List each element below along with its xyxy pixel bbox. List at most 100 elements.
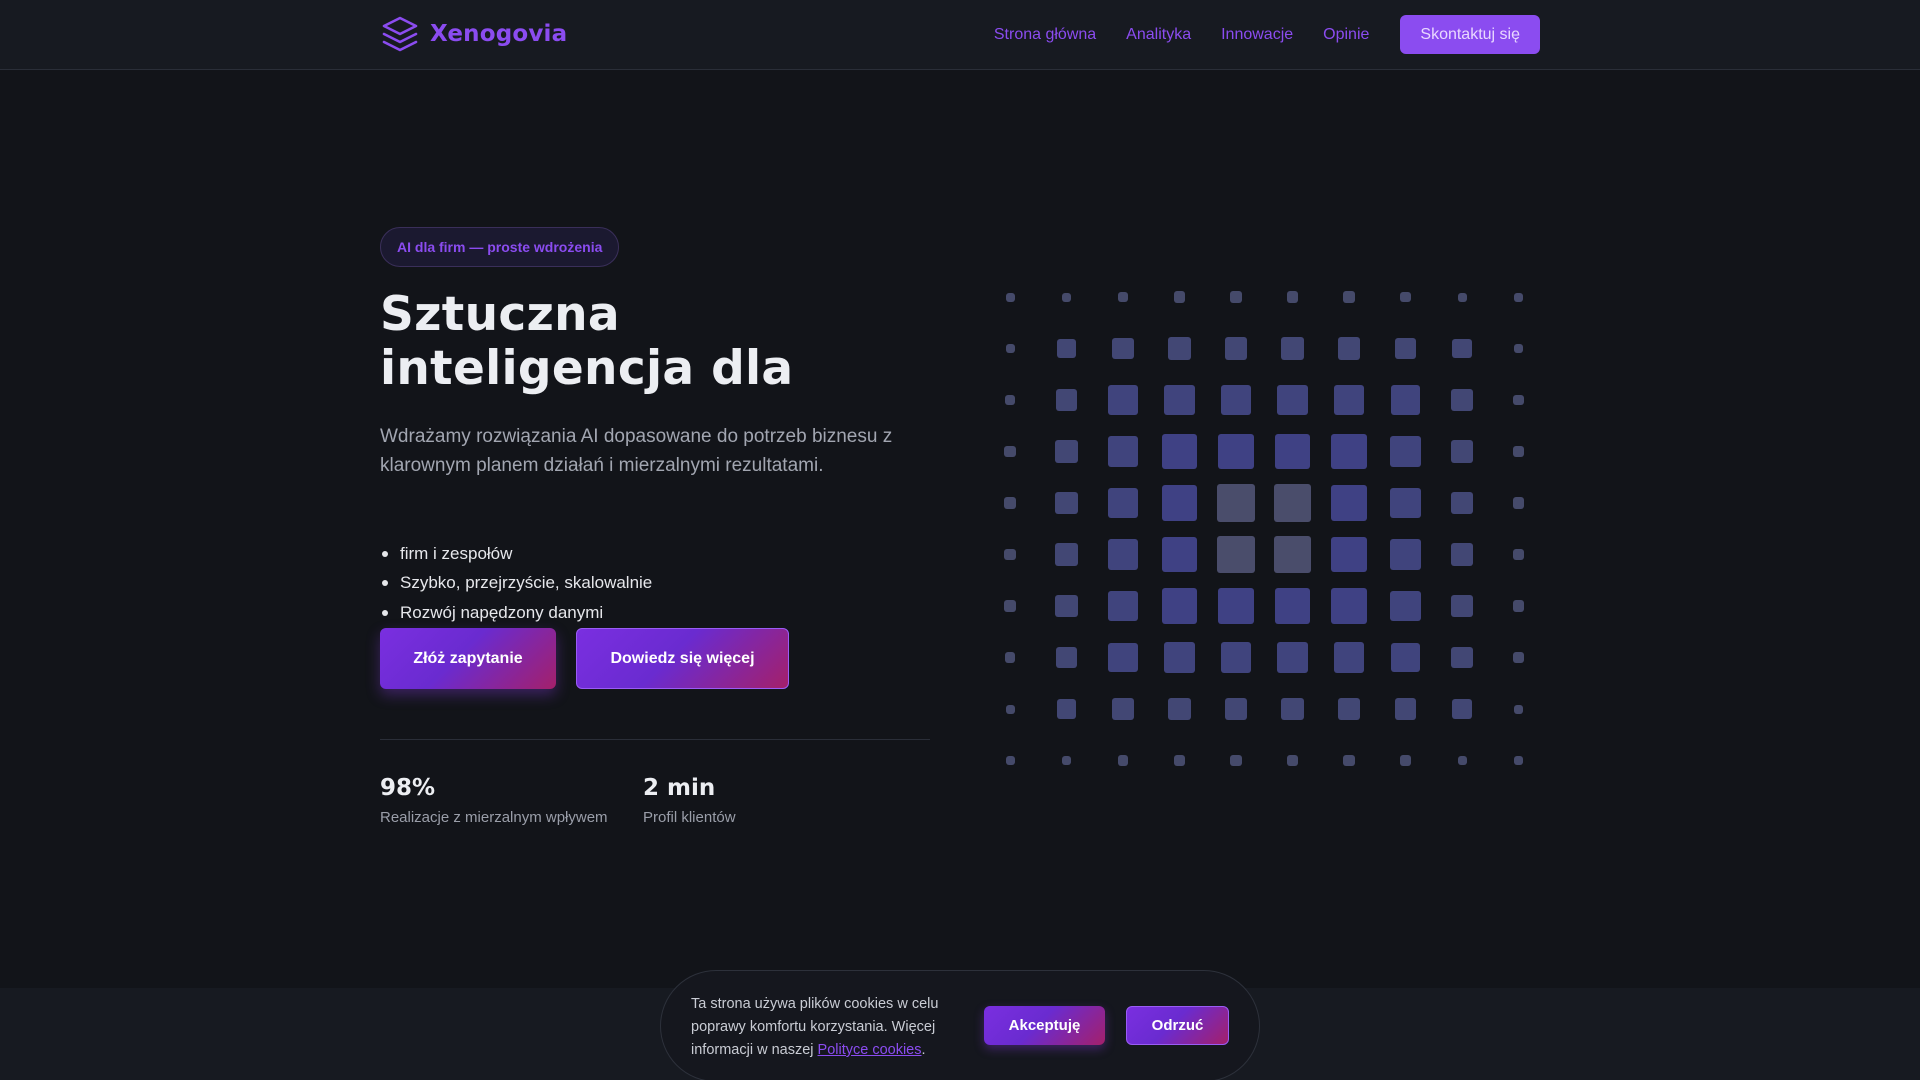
cookie-policy-link[interactable]: Polityce cookies <box>818 1042 922 1058</box>
grid-cell <box>1331 485 1367 521</box>
submit-inquiry-button[interactable]: Złóż zapytanie <box>380 628 556 689</box>
grid-cell <box>1450 440 1474 463</box>
grid-cell <box>1055 543 1078 566</box>
grid-cell <box>1286 291 1299 303</box>
nav-link-analytics[interactable]: Analityka <box>1126 26 1191 44</box>
grid-cell <box>1055 389 1078 411</box>
stats-divider <box>380 739 930 740</box>
feature-list: firm i zespołów Szybko, przejrzyście, sk… <box>380 539 940 628</box>
grid-cell <box>1452 338 1472 359</box>
grid-cell <box>1230 291 1242 303</box>
stat-value: 2 min <box>643 775 716 801</box>
grid-cell <box>1450 594 1474 618</box>
grid-cell <box>1107 590 1139 622</box>
nav-link-home[interactable]: Strona główna <box>994 26 1096 44</box>
grid-cell <box>1273 535 1312 574</box>
grid-cell <box>1331 536 1367 573</box>
grid-cell <box>1004 445 1016 458</box>
grid-cell <box>1056 699 1077 719</box>
cookie-reject-button[interactable]: Odrzuć <box>1126 1006 1229 1045</box>
feature-item: firm i zespołów <box>380 539 940 569</box>
grid-cell <box>1164 642 1195 673</box>
nav-link-reviews[interactable]: Opinie <box>1323 26 1369 44</box>
grid-cell <box>1161 588 1198 624</box>
grid-cell <box>1004 548 1016 561</box>
grid-cell <box>1451 389 1473 411</box>
grid-cell <box>1055 594 1078 618</box>
hero-badge: AI dla firm — proste wdrożenia <box>380 227 620 267</box>
stat-item: 2 min Profil klientów <box>643 772 736 826</box>
feature-item: Rozwój napędzony danymi <box>380 598 940 628</box>
grid-cell <box>1161 536 1198 573</box>
stat-value: 98% <box>380 775 436 801</box>
grid-cell <box>1513 652 1524 663</box>
grid-cell <box>1005 756 1015 765</box>
grid-cell <box>1161 485 1198 521</box>
grid-cell <box>1004 497 1016 509</box>
contact-button[interactable]: Skontaktuj się <box>1400 15 1540 54</box>
grid-cell <box>1394 337 1417 360</box>
grid-cell <box>1331 588 1367 624</box>
brand-logo[interactable]: Xenogovia <box>380 14 567 54</box>
grid-cell <box>1062 756 1071 765</box>
grid-cell <box>1220 384 1252 416</box>
grid-cell <box>1390 539 1421 570</box>
grid-cell <box>1277 384 1308 416</box>
stat-label: Realizacje z mierzalnym wpływem <box>380 809 608 826</box>
grid-cell <box>1394 698 1417 720</box>
grid-cell <box>1281 697 1304 721</box>
grid-cell <box>1117 291 1129 303</box>
grid-cell <box>1390 642 1421 673</box>
grid-cell <box>1452 699 1472 719</box>
grid-cell <box>1450 491 1474 515</box>
hero-title: Sztuczna inteligencja dla <box>380 287 794 396</box>
grid-cell <box>1286 754 1299 767</box>
grid-cell <box>1274 433 1311 470</box>
grid-cell <box>1512 497 1525 509</box>
grid-cell <box>1333 384 1365 416</box>
grid-cell <box>1457 756 1467 765</box>
grid-cell <box>1514 292 1523 302</box>
grid-cell <box>1004 394 1016 406</box>
animated-grid-visual <box>990 270 1550 790</box>
grid-cell <box>1108 642 1138 673</box>
grid-cell <box>1217 484 1255 522</box>
grid-cell <box>1173 754 1186 767</box>
grid-cell <box>1513 394 1524 406</box>
grid-cell <box>1173 291 1186 303</box>
grid-cell <box>1274 588 1311 624</box>
cookie-banner: Ta strona używa plików cookies w celu po… <box>660 970 1260 1080</box>
grid-cell <box>1331 433 1367 470</box>
grid-cell <box>1107 487 1139 519</box>
grid-cell <box>1450 543 1474 566</box>
grid-cell <box>1062 292 1071 302</box>
learn-more-button[interactable]: Dowiedz się więcej <box>576 628 789 689</box>
grid-cell <box>1005 292 1015 302</box>
grid-cell <box>1514 756 1523 765</box>
grid-cell <box>1333 642 1365 673</box>
grid-cell <box>1390 590 1421 622</box>
grid-cell <box>1343 754 1355 767</box>
nav-link-innovations[interactable]: Innowacje <box>1221 26 1293 44</box>
grid-cell <box>1107 539 1139 570</box>
site-header: Xenogovia Strona główna Analityka Innowa… <box>0 0 1920 70</box>
hero-subtitle: Wdrażamy rozwiązania AI dopasowane do po… <box>380 426 893 476</box>
grid-cell <box>1218 588 1254 624</box>
cookie-accept-button[interactable]: Akceptuję <box>984 1006 1105 1045</box>
cookie-message-end: . <box>921 1042 926 1058</box>
grid-cell <box>1107 436 1139 467</box>
grid-cell <box>1451 646 1473 669</box>
grid-cell <box>1220 642 1252 673</box>
grid-cell <box>1224 337 1248 360</box>
grid-cell <box>1343 291 1355 303</box>
grid-cell <box>1004 652 1016 663</box>
grid-cell <box>1224 697 1248 721</box>
grid-cell <box>1390 487 1421 519</box>
grid-cell <box>1400 755 1411 766</box>
grid-cell <box>1168 337 1191 360</box>
grid-cell <box>1112 337 1134 360</box>
grid-cell <box>1161 433 1198 470</box>
grid-cell <box>1164 384 1195 416</box>
grid-cell <box>1004 600 1016 612</box>
grid-cell <box>1217 535 1255 574</box>
